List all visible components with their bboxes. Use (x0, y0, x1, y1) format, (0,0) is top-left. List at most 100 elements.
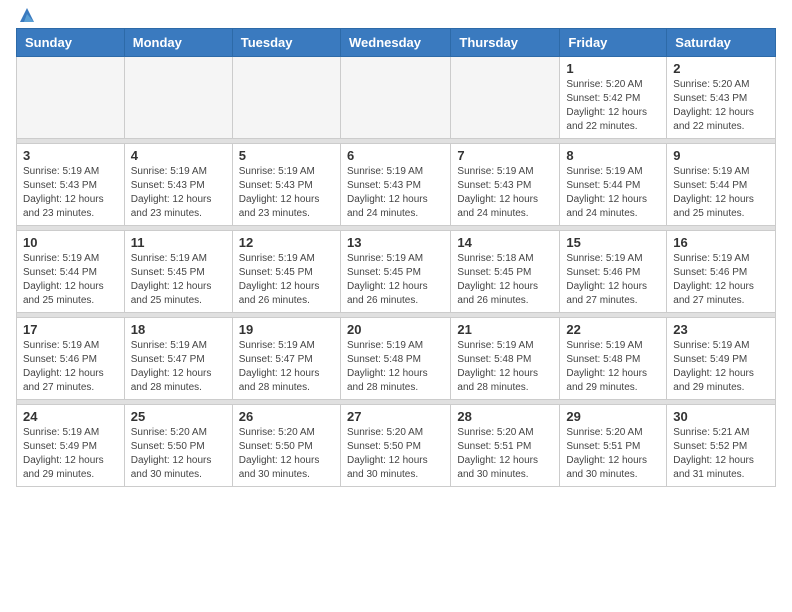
day-info: Sunrise: 5:20 AM Sunset: 5:51 PM Dayligh… (457, 426, 553, 482)
day-info: Sunrise: 5:19 AM Sunset: 5:43 PM Dayligh… (23, 165, 118, 221)
calendar-cell: 25 Sunrise: 5:20 AM Sunset: 5:50 PM Dayli… (124, 405, 232, 487)
day-number: 29 (566, 409, 660, 424)
weekday-header-thursday: Thursday (451, 29, 560, 57)
day-info: Sunrise: 5:19 AM Sunset: 5:48 PM Dayligh… (347, 339, 444, 395)
day-number: 4 (131, 148, 226, 163)
calendar-cell: 20 Sunrise: 5:19 AM Sunset: 5:48 PM Dayli… (340, 318, 450, 400)
day-info: Sunrise: 5:19 AM Sunset: 5:49 PM Dayligh… (23, 426, 118, 482)
day-info: Sunrise: 5:20 AM Sunset: 5:50 PM Dayligh… (239, 426, 334, 482)
day-info: Sunrise: 5:19 AM Sunset: 5:46 PM Dayligh… (23, 339, 118, 395)
day-info: Sunrise: 5:21 AM Sunset: 5:52 PM Dayligh… (673, 426, 769, 482)
calendar-cell: 10 Sunrise: 5:19 AM Sunset: 5:44 PM Dayli… (17, 231, 125, 313)
calendar-cell: 22 Sunrise: 5:19 AM Sunset: 5:48 PM Dayli… (560, 318, 667, 400)
day-info: Sunrise: 5:19 AM Sunset: 5:46 PM Dayligh… (673, 252, 769, 308)
calendar-cell: 23Sunrise: 5:19 AM Sunset: 5:49 PM Dayli… (667, 318, 776, 400)
calendar-cell: 19 Sunrise: 5:19 AM Sunset: 5:47 PM Dayli… (232, 318, 340, 400)
day-info: Sunrise: 5:19 AM Sunset: 5:43 PM Dayligh… (239, 165, 334, 221)
calendar-cell: 6 Sunrise: 5:19 AM Sunset: 5:43 PM Daylig… (340, 144, 450, 226)
calendar-cell: 7 Sunrise: 5:19 AM Sunset: 5:43 PM Daylig… (451, 144, 560, 226)
day-number: 3 (23, 148, 118, 163)
day-info: Sunrise: 5:19 AM Sunset: 5:43 PM Dayligh… (457, 165, 553, 221)
calendar-week-row: 10 Sunrise: 5:19 AM Sunset: 5:44 PM Dayli… (17, 231, 776, 313)
day-info: Sunrise: 5:19 AM Sunset: 5:47 PM Dayligh… (131, 339, 226, 395)
calendar-cell: 9 Sunrise: 5:19 AM Sunset: 5:44 PM Daylig… (667, 144, 776, 226)
day-info: Sunrise: 5:19 AM Sunset: 5:44 PM Dayligh… (673, 165, 769, 221)
calendar-cell (17, 57, 125, 139)
day-info: Sunrise: 5:19 AM Sunset: 5:46 PM Dayligh… (566, 252, 660, 308)
day-info: Sunrise: 5:20 AM Sunset: 5:43 PM Dayligh… (673, 78, 769, 134)
day-info: Sunrise: 5:19 AM Sunset: 5:45 PM Dayligh… (347, 252, 444, 308)
day-number: 1 (566, 61, 660, 76)
calendar-cell: 16Sunrise: 5:19 AM Sunset: 5:46 PM Dayli… (667, 231, 776, 313)
day-number: 26 (239, 409, 334, 424)
day-info: Sunrise: 5:19 AM Sunset: 5:43 PM Dayligh… (347, 165, 444, 221)
day-info: Sunrise: 5:20 AM Sunset: 5:42 PM Dayligh… (566, 78, 660, 134)
calendar-cell (232, 57, 340, 139)
calendar-cell: 28 Sunrise: 5:20 AM Sunset: 5:51 PM Dayli… (451, 405, 560, 487)
day-number: 13 (347, 235, 444, 250)
calendar-week-row: 3 Sunrise: 5:19 AM Sunset: 5:43 PM Daylig… (17, 144, 776, 226)
calendar-week-row: 24 Sunrise: 5:19 AM Sunset: 5:49 PM Dayli… (17, 405, 776, 487)
day-number: 19 (239, 322, 334, 337)
calendar-cell: 21Sunrise: 5:19 AM Sunset: 5:48 PM Dayli… (451, 318, 560, 400)
calendar-week-row: 1 Sunrise: 5:20 AM Sunset: 5:42 PM Daylig… (17, 57, 776, 139)
day-info: Sunrise: 5:19 AM Sunset: 5:44 PM Dayligh… (566, 165, 660, 221)
day-number: 7 (457, 148, 553, 163)
calendar-cell: 24 Sunrise: 5:19 AM Sunset: 5:49 PM Dayli… (17, 405, 125, 487)
calendar-cell: 5 Sunrise: 5:19 AM Sunset: 5:43 PM Daylig… (232, 144, 340, 226)
calendar-cell: 30Sunrise: 5:21 AM Sunset: 5:52 PM Dayli… (667, 405, 776, 487)
calendar-table: SundayMondayTuesdayWednesdayThursdayFrid… (16, 28, 776, 487)
day-number: 28 (457, 409, 553, 424)
weekday-header-saturday: Saturday (667, 29, 776, 57)
calendar-cell (340, 57, 450, 139)
logo (16, 10, 36, 20)
day-number: 25 (131, 409, 226, 424)
calendar-cell: 11Sunrise: 5:19 AM Sunset: 5:45 PM Dayli… (124, 231, 232, 313)
day-number: 6 (347, 148, 444, 163)
day-info: Sunrise: 5:19 AM Sunset: 5:44 PM Dayligh… (23, 252, 118, 308)
calendar-cell: 26 Sunrise: 5:20 AM Sunset: 5:50 PM Dayli… (232, 405, 340, 487)
logo-icon (18, 6, 36, 24)
calendar-header-row: SundayMondayTuesdayWednesdayThursdayFrid… (17, 29, 776, 57)
weekday-header-sunday: Sunday (17, 29, 125, 57)
calendar-cell: 12 Sunrise: 5:19 AM Sunset: 5:45 PM Dayli… (232, 231, 340, 313)
day-info: Sunrise: 5:19 AM Sunset: 5:45 PM Dayligh… (239, 252, 334, 308)
weekday-header-monday: Monday (124, 29, 232, 57)
day-number: 20 (347, 322, 444, 337)
page: SundayMondayTuesdayWednesdayThursdayFrid… (0, 0, 792, 503)
day-number: 18 (131, 322, 226, 337)
calendar-cell: 13 Sunrise: 5:19 AM Sunset: 5:45 PM Dayli… (340, 231, 450, 313)
calendar-cell: 2 Sunrise: 5:20 AM Sunset: 5:43 PM Daylig… (667, 57, 776, 139)
weekday-header-friday: Friday (560, 29, 667, 57)
day-info: Sunrise: 5:20 AM Sunset: 5:50 PM Dayligh… (131, 426, 226, 482)
day-number: 17 (23, 322, 118, 337)
calendar-week-row: 17 Sunrise: 5:19 AM Sunset: 5:46 PM Dayli… (17, 318, 776, 400)
day-number: 5 (239, 148, 334, 163)
calendar-cell: 15Sunrise: 5:19 AM Sunset: 5:46 PM Dayli… (560, 231, 667, 313)
calendar-cell: 14 Sunrise: 5:18 AM Sunset: 5:45 PM Dayli… (451, 231, 560, 313)
calendar-cell: 4 Sunrise: 5:19 AM Sunset: 5:43 PM Daylig… (124, 144, 232, 226)
day-info: Sunrise: 5:19 AM Sunset: 5:48 PM Dayligh… (566, 339, 660, 395)
weekday-header-wednesday: Wednesday (340, 29, 450, 57)
day-number: 2 (673, 61, 769, 76)
day-number: 12 (239, 235, 334, 250)
header (16, 10, 776, 20)
day-info: Sunrise: 5:19 AM Sunset: 5:43 PM Dayligh… (131, 165, 226, 221)
day-info: Sunrise: 5:18 AM Sunset: 5:45 PM Dayligh… (457, 252, 553, 308)
day-number: 27 (347, 409, 444, 424)
day-number: 9 (673, 148, 769, 163)
day-number: 23 (673, 322, 769, 337)
day-number: 11 (131, 235, 226, 250)
calendar-cell (124, 57, 232, 139)
day-number: 14 (457, 235, 553, 250)
day-number: 10 (23, 235, 118, 250)
day-number: 22 (566, 322, 660, 337)
day-info: Sunrise: 5:19 AM Sunset: 5:47 PM Dayligh… (239, 339, 334, 395)
day-info: Sunrise: 5:20 AM Sunset: 5:50 PM Dayligh… (347, 426, 444, 482)
day-number: 24 (23, 409, 118, 424)
calendar-cell: 18 Sunrise: 5:19 AM Sunset: 5:47 PM Dayli… (124, 318, 232, 400)
calendar-cell: 17 Sunrise: 5:19 AM Sunset: 5:46 PM Dayli… (17, 318, 125, 400)
calendar-cell: 29Sunrise: 5:20 AM Sunset: 5:51 PM Dayli… (560, 405, 667, 487)
calendar-cell: 8Sunrise: 5:19 AM Sunset: 5:44 PM Daylig… (560, 144, 667, 226)
calendar-cell: 1 Sunrise: 5:20 AM Sunset: 5:42 PM Daylig… (560, 57, 667, 139)
